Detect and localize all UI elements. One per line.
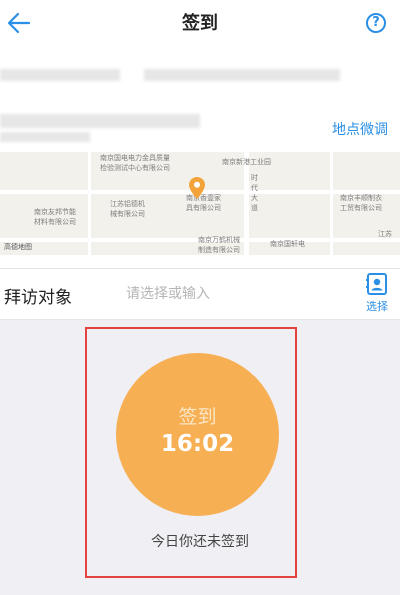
blurred-text — [0, 69, 120, 81]
help-icon[interactable]: ? — [366, 13, 386, 33]
map-poi-label-18: 南京国轩电 — [270, 240, 305, 248]
map-poi-label-13: 道 — [251, 204, 258, 212]
map-poi-label-7: 材料有限公司 — [34, 218, 76, 226]
choose-label: 选择 — [366, 300, 388, 313]
map-poi-label-19: 江苏 — [378, 230, 392, 238]
map-poi-label-16: 南京万鹤机械 — [198, 236, 240, 244]
visit-target-input[interactable] — [126, 283, 326, 305]
contacts-book-icon — [366, 273, 387, 295]
visit-target-row: 拜访对象 选择 — [0, 268, 400, 320]
map-poi-label-15: 工贸有限公司 — [340, 204, 382, 212]
location-pin-icon — [189, 177, 205, 199]
header-bar: 签到 ? — [0, 0, 400, 48]
signin-time: 16:02 — [160, 431, 235, 457]
address-row-1 — [0, 56, 400, 92]
blurred-text — [0, 114, 200, 128]
map-poi-label-2: 检验测试中心有限公司 — [100, 164, 170, 172]
map-poi-label-12: 大 — [251, 194, 258, 202]
signin-button[interactable]: 签到 16:02 — [116, 353, 279, 516]
map-road — [244, 152, 249, 255]
visit-target-label: 拜访对象 — [4, 288, 72, 308]
map-road — [88, 152, 91, 255]
choose-contact-button[interactable]: 选择 — [362, 272, 392, 318]
signin-button-label: 签到 — [178, 406, 217, 428]
blurred-text — [0, 132, 90, 142]
map-poi-label-5: 械有限公司 — [110, 210, 145, 218]
map-poi-label-11: 代 — [251, 184, 258, 192]
map-poi-label-9: 具有限公司 — [186, 204, 221, 212]
location-adjust-link[interactable]: 地点微调 — [332, 121, 388, 139]
map-provider-logo: 高德地图 — [4, 243, 32, 251]
map-road — [330, 152, 333, 255]
blurred-text — [144, 69, 340, 81]
map-poi-label-10: 时 — [251, 174, 258, 182]
map-poi-label-17: 制造有限公司 — [198, 246, 240, 254]
map-poi-label-6: 南京友邦节能 — [34, 208, 76, 216]
signin-status-text: 今日你还未签到 — [151, 534, 249, 550]
map-poi-label-3: 南京新港工业园 — [222, 158, 271, 166]
map-poi-label-14: 南京丰顺制衣 — [340, 194, 382, 202]
page-title: 签到 — [182, 13, 218, 34]
map-poi-label-4: 江苏铝德机 — [110, 200, 145, 208]
map-poi-label-1: 南京国电电力金具质量 — [100, 154, 170, 162]
location-map[interactable]: 南京国电电力金具质量 检验测试中心有限公司 南京新港工业园 江苏铝德机 械有限公… — [0, 152, 400, 255]
